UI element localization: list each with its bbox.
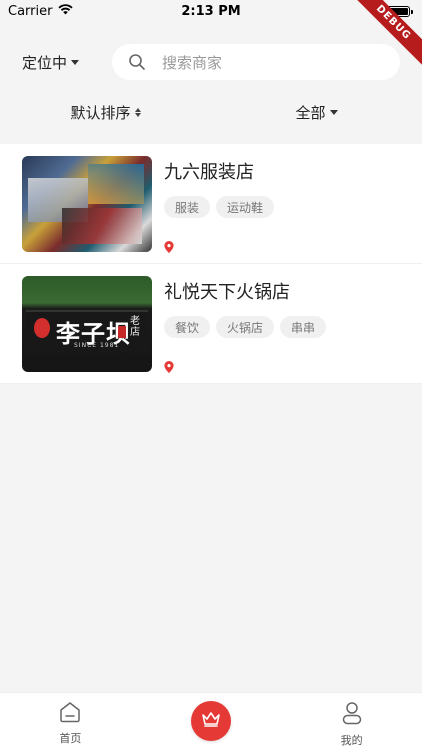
crown-icon [201,711,221,731]
shop-info: 礼悦天下火锅店 餐饮 火锅店 串串 [164,276,400,373]
shop-info: 九六服装店 服装 运动鞋 [164,156,400,253]
search-icon [128,53,146,71]
carrier-label: Carrier [8,3,53,19]
shop-image: 李子坝 老店 SINCE 1981 [22,276,152,372]
caret-down-icon [71,59,80,65]
tab-bar: 首页 我的 [0,692,422,750]
sort-default-button[interactable]: 默认排序 [0,102,211,123]
status-bar: Carrier 2:13 PM [0,0,422,22]
shop-item[interactable]: 李子坝 老店 SINCE 1981 礼悦天下火锅店 餐饮 火锅店 串串 [0,264,422,384]
sort-arrows-icon [134,107,141,117]
location-pin-icon [164,358,174,373]
shop-name: 九六服装店 [164,162,254,183]
shop-tag: 餐饮 [164,316,211,338]
sort-default-label: 默认排序 [70,103,131,122]
category-all-label: 全部 [295,103,326,122]
home-icon [58,701,82,727]
location-selector[interactable]: 定位中 [22,52,112,73]
shop-tag: 运动鞋 [216,196,275,218]
shop-tag: 串串 [280,316,327,338]
caret-down-icon [329,109,338,115]
shop-tags: 服装 运动鞋 [164,196,400,218]
tab-center [141,693,282,741]
category-all-button[interactable]: 全部 [211,102,422,123]
wifi-icon [58,3,74,19]
shop-tags: 餐饮 火锅店 串串 [164,316,400,338]
shop-item[interactable]: 九六服装店 服装 运动鞋 [0,144,422,264]
tab-mine[interactable]: 我的 [281,693,422,748]
status-time: 2:13 PM [181,3,241,19]
location-pin-icon [164,238,174,253]
search-input[interactable]: 搜索商家 [112,44,400,80]
filter-bar: 默认排序 全部 [0,92,422,132]
tab-home[interactable]: 首页 [0,693,141,746]
tab-home-label: 首页 [59,732,82,745]
shop-image [22,156,152,252]
search-placeholder: 搜索商家 [162,53,223,72]
shop-name: 礼悦天下火锅店 [164,282,290,303]
location-label: 定位中 [22,53,68,72]
shop-tag: 火锅店 [216,316,275,338]
shop-tag: 服装 [164,196,211,218]
tab-mine-label: 我的 [340,734,363,747]
status-left: Carrier [8,3,74,19]
header: 定位中 搜索商家 [0,40,422,84]
shop-list: 九六服装店 服装 运动鞋 李子坝 老店 SINCE 1981 礼悦天下火锅店 餐… [0,144,422,384]
center-action-button[interactable] [191,701,231,741]
user-icon [341,701,363,729]
